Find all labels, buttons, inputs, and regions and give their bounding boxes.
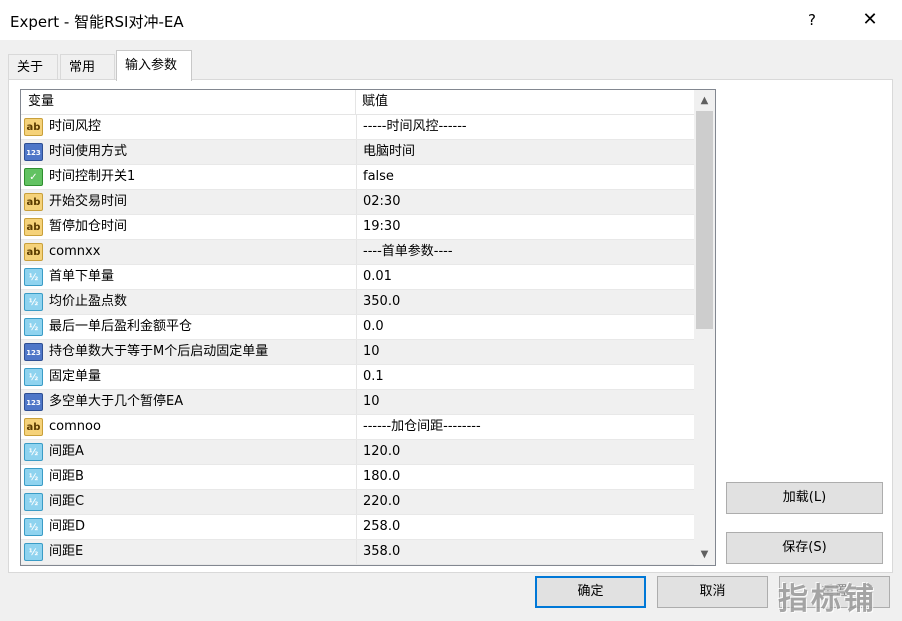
string-type-icon: ab <box>24 218 43 236</box>
string-type-icon: ab <box>24 118 43 136</box>
table-row[interactable]: ½ 间距A 120.0 <box>21 440 694 465</box>
parameter-name: 多空单大于几个暂停EA <box>49 394 184 409</box>
column-header-variable[interactable]: 变量 <box>21 90 356 114</box>
parameter-value[interactable]: ------加仓间距-------- <box>356 415 694 439</box>
double-type-icon: ½ <box>24 318 43 336</box>
table-row[interactable]: ½ 均价止盈点数 350.0 <box>21 290 694 315</box>
parameter-name: 暂停加仓时间 <box>49 219 128 234</box>
tab-common[interactable]: 常用 <box>60 54 115 80</box>
table-row[interactable]: 123 持仓单数大于等于M个后启动固定单量 10 <box>21 340 694 365</box>
vertical-scrollbar[interactable]: ▲ ▼ <box>694 90 715 565</box>
table-row[interactable]: 123 多空单大于几个暂停EA 10 <box>21 390 694 415</box>
table-row[interactable]: ½ 间距E 358.0 <box>21 540 694 565</box>
string-type-icon: ab <box>24 243 43 261</box>
parameter-value[interactable]: 180.0 <box>356 465 694 489</box>
parameter-value[interactable]: -----时间风控------ <box>356 115 694 139</box>
parameter-name: 时间控制开关1 <box>49 169 136 184</box>
cancel-button[interactable]: 取消 <box>657 576 768 608</box>
parameter-value[interactable]: 0.01 <box>356 265 694 289</box>
parameter-value[interactable]: false <box>356 165 694 189</box>
parameter-value[interactable]: 0.0 <box>356 315 694 339</box>
parameter-value[interactable]: 19:30 <box>356 215 694 239</box>
double-type-icon: ½ <box>24 518 43 536</box>
double-type-icon: ½ <box>24 443 43 461</box>
table-row[interactable]: ½ 首单下单量 0.01 <box>21 265 694 290</box>
double-type-icon: ½ <box>24 543 43 561</box>
load-button[interactable]: 加载(L) <box>726 482 883 514</box>
reset-button[interactable]: 重置 <box>779 576 890 608</box>
parameter-name: comnoo <box>49 419 101 434</box>
table-row[interactable]: ½ 最后一单后盈利金额平仓 0.0 <box>21 315 694 340</box>
parameter-value[interactable]: ----首单参数---- <box>356 240 694 264</box>
double-type-icon: ½ <box>24 293 43 311</box>
parameter-value[interactable]: 02:30 <box>356 190 694 214</box>
parameter-name: 时间使用方式 <box>49 144 128 159</box>
parameter-name: 持仓单数大于等于M个后启动固定单量 <box>49 344 269 359</box>
parameter-value[interactable]: 10 <box>356 390 694 414</box>
grid-rows: ab 时间风控 -----时间风控------ 123 时间使用方式 电脑时间 ✓ 时间控制开… <box>21 115 694 565</box>
integer-type-icon: 123 <box>24 393 43 411</box>
parameter-value[interactable]: 0.1 <box>356 365 694 389</box>
boolean-type-icon: ✓ <box>24 168 43 186</box>
parameter-name: 间距C <box>49 494 85 509</box>
parameter-name: 间距E <box>49 544 84 559</box>
integer-type-icon: 123 <box>24 143 43 161</box>
parameter-value[interactable]: 258.0 <box>356 515 694 539</box>
table-row[interactable]: ab comnoo ------加仓间距-------- <box>21 415 694 440</box>
parameter-name: 最后一单后盈利金额平仓 <box>49 319 193 334</box>
parameters-grid: 变量 赋值 ab 时间风控 -----时间风控------ 123 时间使用方式 电脑时间… <box>20 89 716 566</box>
parameter-name: 间距A <box>49 444 84 459</box>
table-row[interactable]: ½ 固定单量 0.1 <box>21 365 694 390</box>
table-row[interactable]: ab 时间风控 -----时间风控------ <box>21 115 694 140</box>
table-row[interactable]: ab comnxx ----首单参数---- <box>21 240 694 265</box>
parameter-value[interactable]: 电脑时间 <box>356 140 694 164</box>
tab-inputs[interactable]: 输入参数 <box>116 50 192 81</box>
parameter-value[interactable]: 220.0 <box>356 490 694 514</box>
scroll-down-arrow-icon[interactable]: ▼ <box>694 544 715 565</box>
integer-type-icon: 123 <box>24 343 43 361</box>
column-header-value[interactable]: 赋值 <box>356 90 694 114</box>
parameter-name: 间距B <box>49 469 84 484</box>
table-row[interactable]: ab 暂停加仓时间 19:30 <box>21 215 694 240</box>
parameter-name: 间距D <box>49 519 86 534</box>
parameter-value[interactable]: 350.0 <box>356 290 694 314</box>
string-type-icon: ab <box>24 418 43 436</box>
parameter-name: 首单下单量 <box>49 269 115 284</box>
double-type-icon: ½ <box>24 493 43 511</box>
grid-header: 变量 赋值 <box>21 90 694 115</box>
table-row[interactable]: ab 开始交易时间 02:30 <box>21 190 694 215</box>
table-row[interactable]: ½ 间距B 180.0 <box>21 465 694 490</box>
help-button[interactable]: ? <box>796 7 828 33</box>
close-button[interactable]: ✕ <box>854 7 886 33</box>
window-title: Expert - 智能RSI对冲-EA <box>10 13 184 31</box>
tab-about[interactable]: 关于 <box>8 54 58 80</box>
table-row[interactable]: 123 时间使用方式 电脑时间 <box>21 140 694 165</box>
double-type-icon: ½ <box>24 468 43 486</box>
parameter-name: 均价止盈点数 <box>49 294 128 309</box>
table-row[interactable]: ½ 间距C 220.0 <box>21 490 694 515</box>
parameter-name: 开始交易时间 <box>49 194 128 209</box>
table-row[interactable]: ½ 间距D 258.0 <box>21 515 694 540</box>
parameter-value[interactable]: 120.0 <box>356 440 694 464</box>
scroll-thumb[interactable] <box>696 111 713 329</box>
parameter-name: comnxx <box>49 244 101 259</box>
string-type-icon: ab <box>24 193 43 211</box>
title-bar: Expert - 智能RSI对冲-EA ? ✕ <box>0 0 902 40</box>
parameter-name: 固定单量 <box>49 369 102 384</box>
double-type-icon: ½ <box>24 368 43 386</box>
parameter-name: 时间风控 <box>49 119 102 134</box>
save-button[interactable]: 保存(S) <box>726 532 883 564</box>
double-type-icon: ½ <box>24 268 43 286</box>
ok-button[interactable]: 确定 <box>535 576 646 608</box>
scroll-up-arrow-icon[interactable]: ▲ <box>694 90 715 111</box>
table-row[interactable]: ✓ 时间控制开关1 false <box>21 165 694 190</box>
parameter-value[interactable]: 358.0 <box>356 540 694 564</box>
parameter-value[interactable]: 10 <box>356 340 694 364</box>
